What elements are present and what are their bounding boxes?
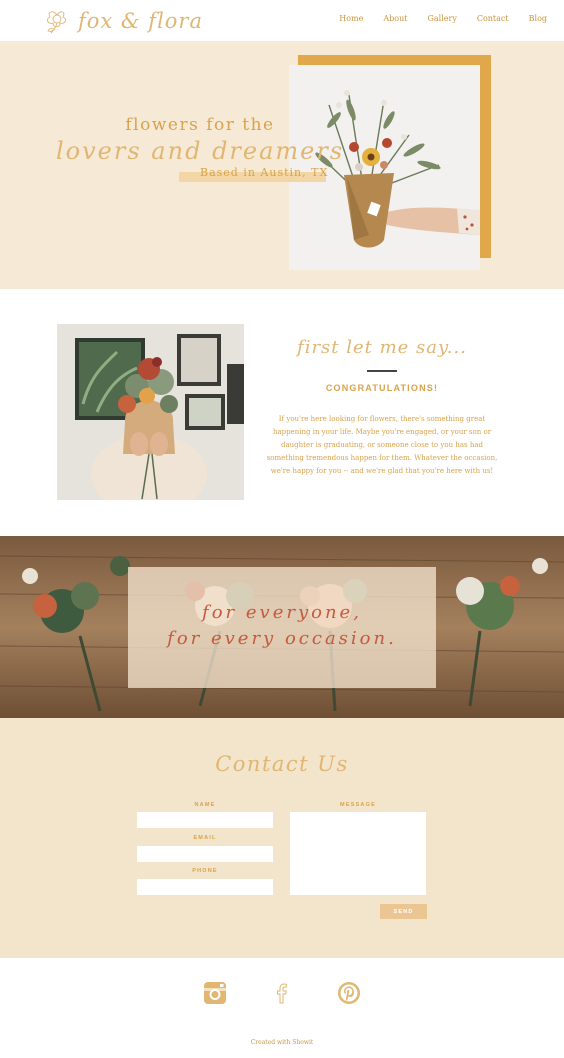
- nav-gallery[interactable]: Gallery: [427, 14, 456, 23]
- woman-with-bouquet-image: [57, 324, 244, 500]
- intro-heading: CONGRATULATIONS!: [325, 383, 439, 393]
- phone-field[interactable]: [137, 879, 273, 895]
- hero-script-title: lovers and dreamers: [56, 137, 345, 165]
- phone-label: PHONE: [192, 868, 218, 874]
- nav-contact[interactable]: Contact: [477, 14, 509, 23]
- name-field[interactable]: [137, 812, 273, 828]
- contact-section: Contact Us NAME EMAIL PHONE MESSAGE SEND: [0, 718, 564, 958]
- facebook-icon[interactable]: [270, 981, 294, 1005]
- logo-text: fox & flora: [78, 9, 203, 33]
- divider-line: [367, 370, 397, 372]
- logo[interactable]: fox & flora: [42, 6, 203, 36]
- pinterest-icon[interactable]: [337, 981, 361, 1005]
- intro-photo: [57, 324, 244, 500]
- hero-title: flowers for the: [125, 115, 275, 135]
- intro-body-text: If you're here looking for flowers, ther…: [266, 415, 498, 475]
- email-field[interactable]: [137, 846, 273, 862]
- contact-title: Contact Us: [215, 752, 349, 776]
- hero-section: flowers for the lovers and dreamers Base…: [0, 41, 564, 289]
- flower-logo-icon: [46, 11, 67, 34]
- email-label: EMAIL: [193, 835, 217, 841]
- message-field[interactable]: [290, 812, 426, 895]
- intro-script-heading: first let me say...: [297, 337, 467, 358]
- site-header: fox & flora Home About Gallery Contact B…: [0, 0, 564, 41]
- name-label: NAME: [194, 802, 216, 808]
- nav-home[interactable]: Home: [339, 14, 363, 23]
- site-footer: Created with Showit: [0, 958, 564, 1058]
- banner-tagline-line2: for every occasion.: [167, 628, 397, 649]
- nav-about[interactable]: About: [383, 14, 407, 23]
- hero-subtitle: Based in Austin, TX: [200, 166, 329, 179]
- banner-tagline-line1: for everyone,: [202, 602, 362, 623]
- intro-section: first let me say... CONGRATULATIONS! If …: [0, 289, 564, 536]
- footer-credit[interactable]: Created with Showit: [182, 1039, 382, 1046]
- main-nav: Home About Gallery Contact Blog: [319, 14, 547, 23]
- instagram-icon[interactable]: [203, 981, 227, 1005]
- message-label: MESSAGE: [340, 802, 376, 808]
- send-button[interactable]: SEND: [380, 904, 427, 919]
- boutonniere-banner: for everyone, for every occasion.: [0, 536, 564, 718]
- nav-blog[interactable]: Blog: [529, 14, 547, 23]
